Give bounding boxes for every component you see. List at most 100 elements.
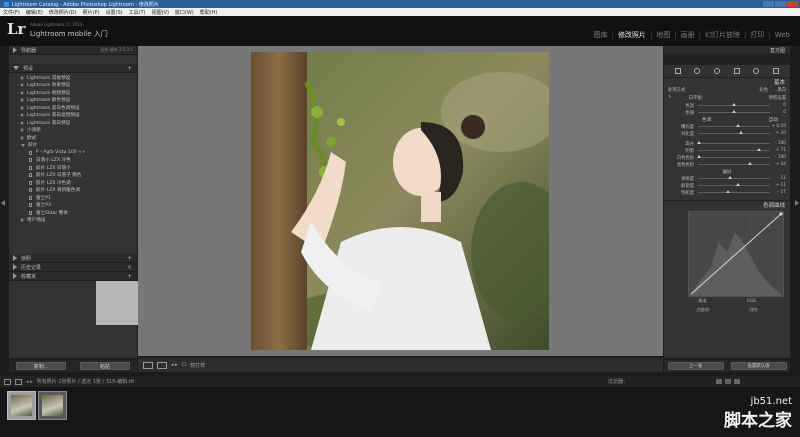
preset-item[interactable]: 日落小 LZX 冷色 [9,157,137,165]
preset-item[interactable]: 小清新 [9,127,137,135]
preset-item[interactable]: Lightroom 常规预设 [9,74,137,82]
radial-filter-icon[interactable] [753,68,760,74]
menu-window[interactable]: 窗口(W) [175,9,194,16]
tone-curve-graph[interactable] [688,211,784,297]
second-window-icon[interactable] [4,378,11,385]
module-slideshow[interactable]: 幻灯片放映 [701,30,744,40]
adjustment-slider[interactable] [698,148,770,151]
menu-help[interactable]: 帮助(H) [200,9,218,16]
adjustment-slider[interactable] [698,176,770,179]
menu-develop[interactable]: 修改照片(D) [49,9,77,16]
menu-tools[interactable]: 工具(T) [129,9,146,16]
adjustment-slider[interactable] [698,110,770,113]
menu-file[interactable]: 文件(F) [3,9,20,16]
add-collection-icon[interactable]: + [127,273,132,280]
maximize-button[interactable] [775,1,786,7]
tone-curve-section-header[interactable]: 色调曲线 [664,200,790,209]
filmstrip-thumbnail[interactable] [7,391,36,420]
previous-settings-button[interactable]: 上一张 [667,362,724,370]
basic-section-header[interactable]: 基本 [664,77,790,86]
slider-value[interactable]: + 44 [770,162,786,167]
set-default-button[interactable]: 设置默认值 [730,362,787,370]
filter-flag-icon[interactable] [716,379,722,384]
add-snapshot-icon[interactable]: + [127,255,132,262]
preset-item[interactable]: 富士Ektar 整体 [9,209,137,217]
paste-settings-button[interactable]: 粘贴 [80,362,130,370]
module-print[interactable]: 打印 [746,30,768,40]
point-curve-select[interactable]: 线性 [749,307,757,313]
menu-edit[interactable]: 编辑(E) [26,9,43,16]
preset-item[interactable]: 胶片 LZX 冷色调 [9,179,137,187]
slider-value[interactable]: + 71 [770,148,786,153]
spot-removal-tool-icon[interactable] [694,68,701,74]
lightroom-mobile-link[interactable]: Lightroom mobile 入门 [30,29,108,39]
preset-item[interactable]: 富士P1 [9,194,137,202]
preset-item[interactable]: F - Agfa Vista 100 ++ [9,149,137,157]
adjustment-slider[interactable] [698,131,770,134]
adjustment-slider[interactable] [697,141,770,144]
close-button[interactable] [787,1,798,7]
filter-color-icon[interactable] [734,379,740,384]
collections-header[interactable]: 收藏夹 + [9,272,137,281]
eyedropper-icon[interactable]: ✎ [668,95,680,100]
preset-item[interactable]: 欧式 [9,134,137,142]
adjustment-slider[interactable] [698,124,770,127]
module-map[interactable]: 地图 [652,30,674,40]
tone-auto-button[interactable]: 自动 [769,117,778,123]
red-eye-tool-icon[interactable] [714,68,721,74]
copy-settings-button[interactable]: 复制... [16,362,66,370]
preset-item[interactable]: 用户预设 [9,217,137,225]
preset-item[interactable]: Lightroom 视频预设 [9,89,137,97]
slider-value[interactable]: - 100 [770,155,786,160]
navigator-zoom-options[interactable]: 适合 填充 1:1 3:1 [100,47,133,53]
slider-value[interactable]: 0 [770,110,786,115]
add-preset-icon[interactable]: + [127,65,132,72]
photo-preview[interactable] [251,52,549,350]
module-web[interactable]: Web [771,31,794,39]
preset-item[interactable]: Lightroom 黑白色调预设 [9,104,137,112]
channel-select[interactable]: RGB [747,298,756,303]
preset-item[interactable]: Lightroom 效果预设 [9,82,137,90]
preset-item[interactable]: Lightroom 颜色预设 [9,97,137,105]
slider-value[interactable]: + 20 [770,131,786,136]
filmstrip-thumbnail[interactable] [38,391,67,420]
preset-item[interactable]: Lightroom 黑白滤镜预设 [9,112,137,120]
nav-arrows-icon[interactable]: ◂ ▸ [26,379,33,385]
crop-tool-icon[interactable] [674,68,681,74]
white-balance-select[interactable]: 原照设置 [710,95,786,101]
preset-item[interactable]: 富士P3 [9,202,137,210]
menu-photo[interactable]: 照片(P) [83,9,100,16]
presets-header[interactable]: 预设 + [9,64,137,73]
preset-item[interactable]: 胶片 LZX 清新暖色调 [9,187,137,195]
history-header[interactable]: 历史记录 × [9,263,137,272]
right-panel-toggle-icon[interactable] [795,200,799,206]
preset-item[interactable]: 胶片 LZX 日落小 [9,164,137,172]
treatment-bw[interactable]: 黑白 [772,87,786,93]
module-library[interactable]: 图库 [590,30,612,40]
module-develop[interactable]: 修改照片 [614,30,650,40]
adjustment-slider[interactable] [698,103,770,106]
graduated-filter-icon[interactable] [733,68,740,74]
adjustment-slider[interactable] [698,190,770,193]
soft-proof-checkbox[interactable]: ☐ [182,362,186,368]
slider-value[interactable]: + 0.19 [770,124,786,129]
slider-value[interactable]: + 11 [770,183,786,188]
slider-value[interactable]: - 100 [770,141,786,146]
menu-settings[interactable]: 设置(S) [106,9,123,16]
before-after-arrows-icon[interactable]: ◂ ▸ [171,362,178,368]
adjustment-slider[interactable] [698,162,770,165]
navigator-header[interactable]: 导航器 适合 填充 1:1 3:1 [9,46,137,55]
preset-item[interactable]: 胶片 LZX 日落子 糖色 [9,172,137,180]
slider-value[interactable]: 0 [770,103,786,108]
menu-view[interactable]: 视图(V) [152,9,169,16]
left-panel-toggle-icon[interactable] [1,200,5,206]
histogram-header[interactable]: 直方图 [664,46,790,55]
grid-view-icon[interactable] [15,378,22,385]
adjustment-slider[interactable] [698,183,770,186]
snapshots-header[interactable]: 快照 + [9,254,137,263]
clear-history-icon[interactable]: × [127,264,132,271]
preset-item[interactable]: 胶片 [9,142,137,150]
treatment-color[interactable]: 彩色 [702,87,772,93]
module-book[interactable]: 画册 [677,30,699,40]
preset-item[interactable]: Lightroom 黑白预设 [9,119,137,127]
